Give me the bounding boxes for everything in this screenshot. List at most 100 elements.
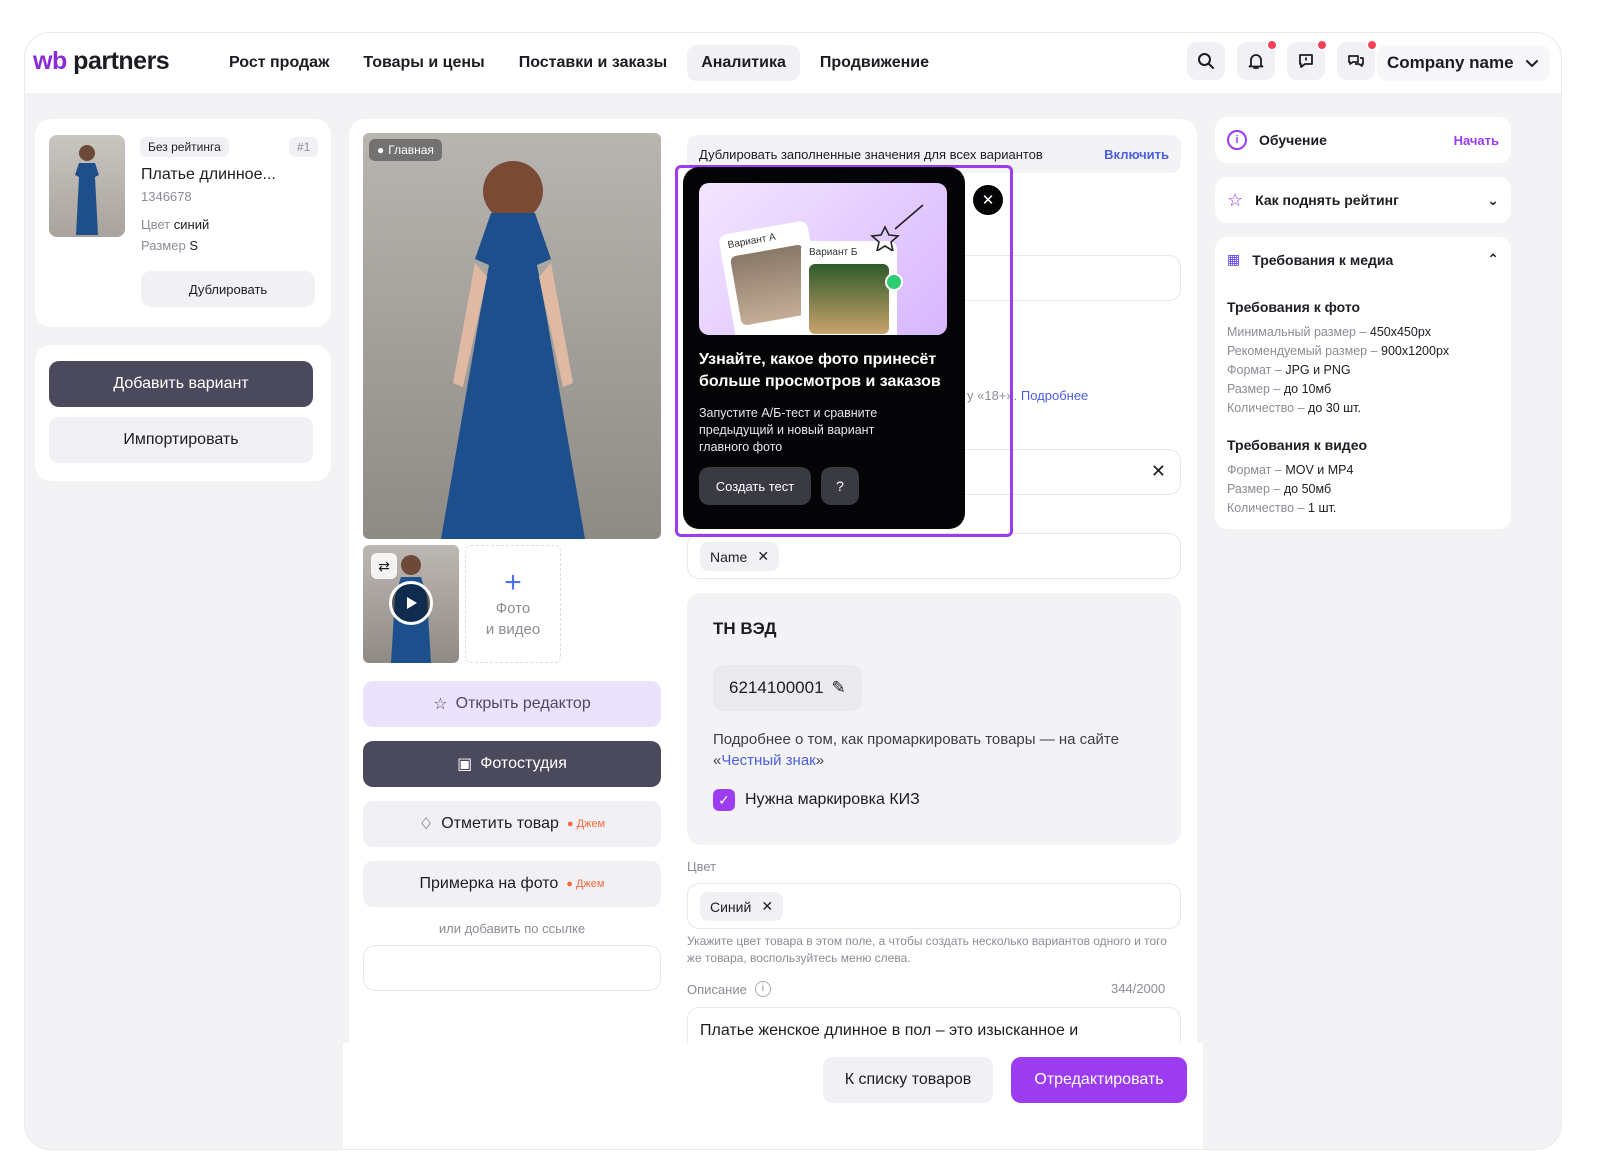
color-field[interactable]: Синий ✕ [687,883,1181,929]
color-hint: Укажите цвет товара в этом поле, а чтобы… [687,934,1167,965]
app-window: wb partners Рост продаж Товары и цены По… [24,32,1562,1150]
messages-icon[interactable] [1337,39,1378,80]
popover-text: Запустите А/Б-тест и сравните предыдущий… [699,406,878,454]
list-item: Рекомендуемый размер – 900x1200px [1227,344,1450,358]
list-item: Количество – до 30 шт. [1227,401,1361,415]
media-link-input[interactable] [363,945,661,991]
learning-panel[interactable]: i Обучение Начать [1215,117,1511,163]
list-item: Размер – до 50мб [1227,482,1332,496]
chat-icon[interactable] [1287,39,1328,80]
nav-item-products-prices[interactable]: Товары и цены [349,45,498,81]
remove-chip-icon[interactable]: ✕ [761,898,773,915]
tag-icon: ♢ [418,816,434,833]
media-requirements-panel: ▦ Требования к медиа ⌃ Требования к фото … [1215,237,1511,529]
clear-icon[interactable]: ✕ [1151,461,1166,482]
photo-req-title: Требования к фото [1227,299,1361,315]
video-req-list: Формат – MOV и MP4 Размер – до 50мб Коли… [1227,461,1507,518]
nav-item-analytics[interactable]: Аналитика [687,45,800,81]
footer-bar: К списку товаров Отредактировать [343,1043,1203,1149]
mark-product-button[interactable]: ♢ Отметить товар ● Джем [363,801,661,847]
company-selector[interactable]: Company name [1377,45,1550,81]
star-icon: ☆ [433,696,448,713]
start-link[interactable]: Начать [1454,133,1499,148]
product-number: #1 [289,137,319,157]
remove-chip-icon[interactable]: ✕ [757,548,769,565]
more-link[interactable]: Подробнее [1021,388,1088,403]
back-to-list-button[interactable]: К списку товаров [823,1057,993,1103]
jam-badge: ● Джем [566,878,605,890]
color-chip: Синий ✕ [700,892,784,921]
chevron-up-icon: ⌃ [1487,251,1499,267]
create-test-button[interactable]: Создать тест [699,467,811,505]
raise-rating-panel[interactable]: ☆ Как поднять рейтинг ⌄ [1215,177,1511,223]
chestny-znak-link[interactable]: Честный знак [721,752,815,769]
try-on-button[interactable]: Примерка на фото ● Джем [363,861,661,907]
info-circle-icon: i [1227,130,1247,150]
product-thumbnail[interactable] [49,135,125,237]
photo-req-list: Минимальный размер – 450x450px Рекоменду… [1227,323,1507,418]
wb-partners-logo[interactable]: wb partners [33,47,170,76]
bell-icon[interactable] [1237,39,1278,80]
enable-link[interactable]: Включить [1104,147,1169,162]
pencil-icon[interactable]: ✎ [832,678,846,698]
description-counter: 344/2000 [1111,981,1166,996]
list-item: Размер – до 10мб [1227,382,1332,396]
plus-icon: + [504,566,522,599]
chevron-down-icon [1525,60,1538,67]
info-icon[interactable]: i [754,981,771,997]
star-icon: ☆ [1227,189,1244,210]
nav-item-sales-growth[interactable]: Рост продаж [215,45,343,81]
notification-dot [1266,39,1278,51]
notification-dot [1366,39,1378,51]
open-editor-button[interactable]: ☆ Открыть редактор [363,681,661,727]
product-title: Платье длинное... [141,166,276,183]
nav-item-promotion[interactable]: Продвижение [806,45,943,81]
play-icon[interactable] [389,581,433,625]
main-photo-badge: ● Главная [369,139,442,161]
list-item: Формат – MOV и MP4 [1227,463,1354,477]
product-card: Без рейтинга #1 Платье длинное... 134667… [35,119,331,327]
flame-icon: ● [377,143,385,157]
add-media-tile[interactable]: + Фото и видео [465,545,561,663]
duplicate-button[interactable]: Дублировать [141,271,315,307]
help-icon[interactable]: ? [821,467,859,505]
media-req-header[interactable]: ▦ Требования к медиа ⌃ [1227,251,1499,268]
close-popover-icon[interactable]: ✕ [973,185,1003,215]
checkbox-checked-icon[interactable]: ✓ [713,789,735,811]
product-size: Размер S [141,238,198,253]
import-button[interactable]: Импортировать [49,417,313,463]
company-name: Company name [1387,53,1514,72]
color-label: Цвет [687,859,717,874]
product-sku: 1346678 [141,189,192,204]
notification-dot [1316,39,1328,51]
list-item: Формат – JPG и PNG [1227,363,1351,377]
popover-illustration: Вариант А Вариант Б [699,183,947,335]
main-photo[interactable]: ● Главная [363,133,661,539]
crown-badge-icon [885,273,903,291]
or-link-label: или добавить по ссылке [438,921,586,936]
tnved-block: ТН ВЭД 6214100001 ✎ Подробнее о том, как… [687,593,1181,845]
video-thumbnail[interactable]: ⇄ [363,545,459,663]
add-variant-button[interactable]: Добавить вариант [49,361,313,407]
tnved-title: ТН ВЭД [713,619,777,638]
edit-button[interactable]: Отредактировать [1011,1057,1187,1103]
marking-checkbox-row[interactable]: ✓ Нужна маркировка КИЗ [713,789,920,811]
photo-studio-button[interactable]: ▣ Фотостудия [363,741,661,787]
name-field[interactable]: Name ✕ [687,533,1181,579]
tnved-code-field[interactable]: 6214100001 ✎ [713,665,862,711]
name-chip: Name ✕ [700,542,780,571]
jam-badge: ● Джем [566,818,606,830]
nav-item-supplies-orders[interactable]: Поставки и заказы [505,45,681,81]
variant-b-card: Вариант Б [801,241,897,335]
list-item: Минимальный размер – 450x450px [1227,325,1432,339]
media-list-icon: ▦ [1227,251,1241,267]
main-nav: Рост продаж Товары и цены Поставки и зак… [215,45,943,81]
list-item: Количество – 1 шт. [1227,501,1337,515]
settings-sliders-icon[interactable]: ⇄ [371,553,397,579]
video-req-title: Требования к видео [1227,437,1368,453]
ab-test-popover: Вариант А Вариант Б Узнайте, какое фото … [683,167,965,529]
search-icon[interactable] [1187,42,1225,80]
camera-icon: ▣ [457,756,473,773]
header-icons [1187,39,1378,80]
sparkle-star-icon [870,204,924,251]
